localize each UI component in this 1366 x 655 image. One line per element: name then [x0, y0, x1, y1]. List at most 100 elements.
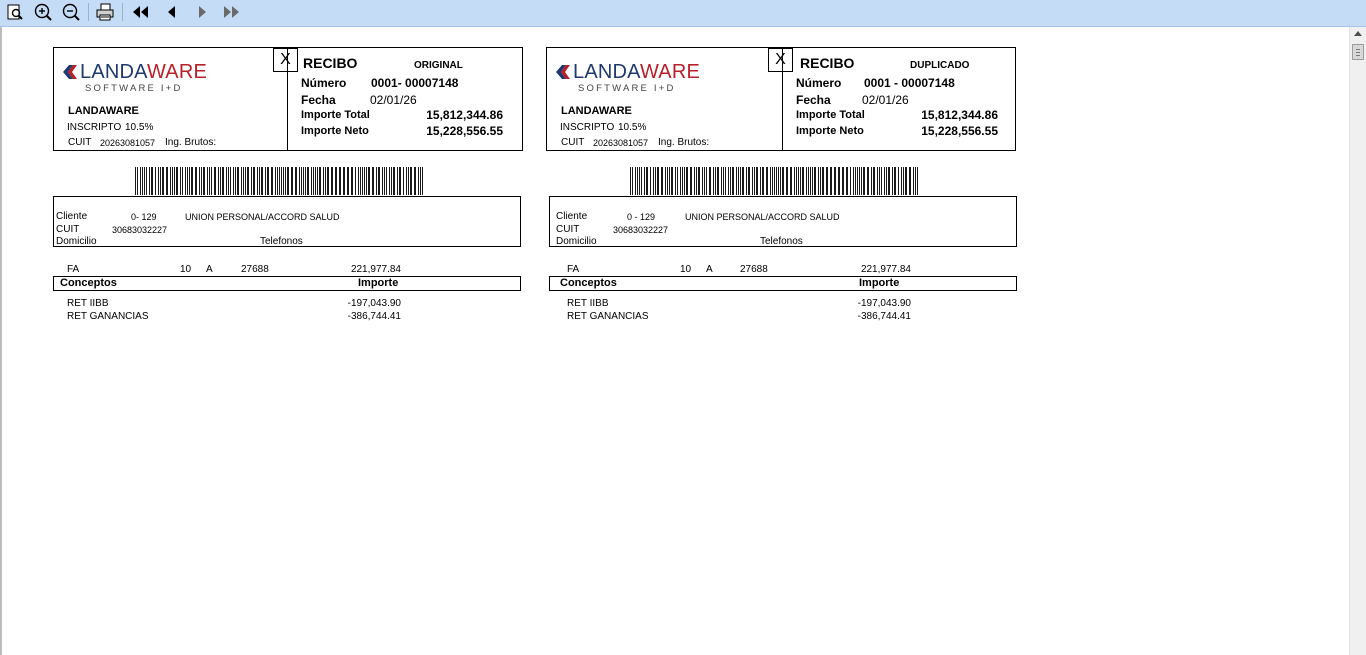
barcode-bar — [740, 167, 741, 195]
barcode-bar — [218, 167, 219, 195]
barcode-bar — [892, 167, 893, 195]
logo-subtitle: SOFTWARE I+D — [578, 83, 676, 94]
barcode-bar — [786, 167, 788, 195]
concept-amount: -386,744.41 — [347, 311, 401, 322]
barcode-bar — [686, 167, 688, 195]
tax-rate: 10.5% — [125, 122, 154, 133]
report-page: X LANDAWARE SOFTWARE I+D LANDAWARE INSCR… — [0, 27, 1348, 655]
barcode-bar — [209, 167, 210, 195]
barcode-bar — [884, 167, 885, 195]
barcode-bar — [770, 167, 771, 195]
telefonos-label: Telefonos — [760, 236, 803, 247]
barcode-bar — [207, 167, 208, 195]
scroll-up-icon[interactable] — [1354, 31, 1362, 36]
previous-page-icon[interactable] — [162, 2, 182, 22]
doc-amount: 221,977.84 — [350, 264, 401, 275]
barcode-bar — [650, 167, 651, 195]
next-page-icon[interactable] — [192, 2, 212, 22]
barcode-bar — [842, 167, 844, 195]
barcode-bar — [780, 167, 781, 195]
fecha-label: Fecha — [301, 93, 336, 107]
doc-point-of-sale: 10 — [680, 264, 692, 275]
barcode-bar — [713, 167, 714, 195]
barcode-bar — [243, 167, 244, 195]
logo-brand-dark: LANDA — [573, 61, 640, 83]
print-icon[interactable] — [95, 2, 115, 22]
page-view-icon[interactable] — [5, 2, 25, 22]
barcode-bar — [253, 167, 255, 195]
barcode-bar — [732, 167, 734, 195]
vertical-scrollbar[interactable] — [1349, 27, 1366, 655]
barcode-bar — [690, 167, 692, 195]
barcode-bar — [182, 167, 183, 195]
barcode-bar — [641, 167, 642, 195]
barcode-bar — [853, 167, 854, 195]
barcode-bar — [214, 167, 216, 195]
barcode-bar — [259, 167, 260, 195]
barcode-bar — [867, 167, 869, 195]
barcode-bar — [898, 167, 899, 195]
barcode-bar — [728, 167, 729, 195]
barcode-bar — [782, 167, 784, 195]
barcode-bar — [738, 167, 739, 195]
barcode-bar — [241, 167, 242, 195]
barcode-bar — [331, 167, 333, 195]
barcode-bar — [418, 167, 419, 195]
barcode-bar — [230, 167, 231, 195]
barcode-bar — [698, 167, 700, 195]
barcode-bar — [826, 167, 828, 195]
barcode-bar — [684, 167, 685, 195]
barcode-bar — [772, 167, 773, 195]
barcode-bar — [313, 167, 314, 195]
first-page-icon[interactable] — [130, 2, 150, 22]
barcode-bar — [776, 167, 777, 195]
barcode-bar — [760, 167, 761, 195]
barcode-bar — [364, 167, 365, 195]
cliente-cuit-value: 30683032227 — [613, 225, 669, 235]
last-page-icon[interactable] — [220, 2, 240, 22]
barcode-bar — [706, 167, 707, 195]
barcode-bar — [855, 167, 856, 195]
barcode-bar — [281, 167, 282, 195]
barcode-bar — [806, 167, 807, 195]
barcode-bar — [861, 167, 862, 195]
barcode-bar — [800, 167, 801, 195]
zoom-in-icon[interactable] — [33, 2, 53, 22]
barcode-bar — [355, 167, 356, 195]
barcode-bar — [871, 167, 872, 195]
barcode-bar — [317, 167, 318, 195]
barcode-bar — [917, 167, 918, 195]
barcode-bar — [859, 167, 860, 195]
copy-type: ORIGINAL — [414, 60, 463, 71]
barcode-bar — [307, 167, 309, 195]
zoom-out-icon[interactable] — [61, 2, 81, 22]
barcode-bar — [285, 167, 286, 195]
barcode-bar — [680, 167, 681, 195]
barcode-bar — [391, 167, 392, 195]
barcode-bar — [191, 167, 193, 195]
barcode-bar — [180, 167, 181, 195]
concept-name: RET GANANCIAS — [67, 311, 149, 322]
barcode-bar — [830, 167, 832, 195]
barcode-bar — [748, 167, 750, 195]
barcode-bar — [834, 167, 836, 195]
barcode-bar — [814, 167, 816, 195]
barcode-bar — [901, 167, 902, 195]
barcode-bar — [327, 167, 329, 195]
barcode-bar — [717, 167, 719, 195]
barcode-bar — [756, 167, 758, 195]
barcode-bar — [176, 167, 178, 195]
barcode-bar — [774, 167, 775, 195]
barcode-bar — [393, 167, 395, 195]
scrollbar-thumb[interactable] — [1352, 44, 1364, 60]
logo-mark-icon — [556, 65, 570, 79]
barcode-bar — [881, 167, 882, 195]
conceptos-header: Conceptos — [560, 277, 617, 289]
barcode-bar — [863, 167, 865, 195]
barcode-bar — [362, 167, 363, 195]
barcode-bar — [632, 167, 633, 195]
cuit-value: 20263081057 — [100, 138, 156, 148]
doc-number: 27688 — [241, 264, 269, 275]
barcode-bar — [694, 167, 695, 195]
barcode-bar — [637, 167, 638, 195]
